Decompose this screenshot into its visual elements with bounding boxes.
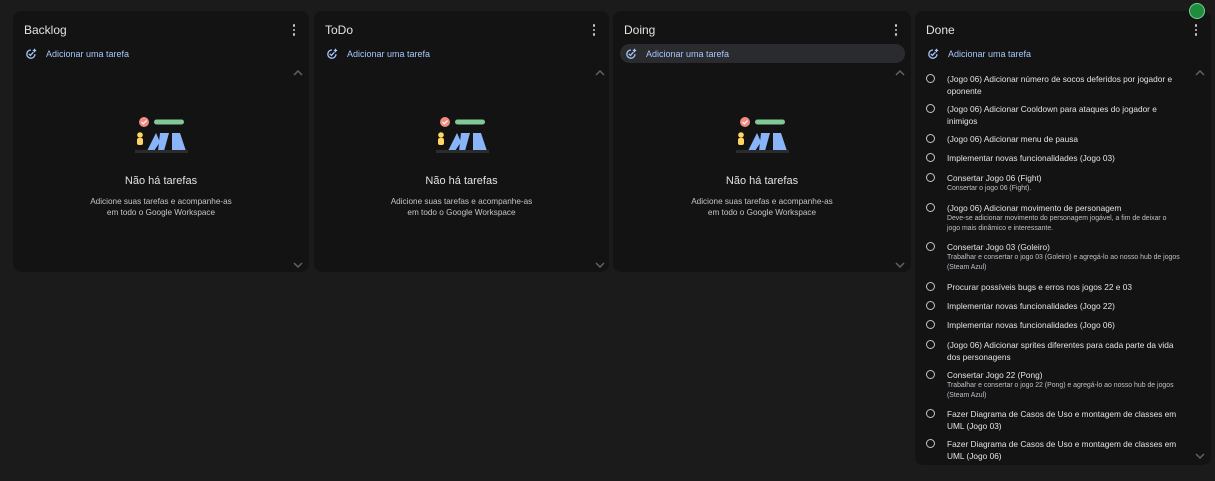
task-title[interactable]: (Jogo 06) Adicionar menu de pausa bbox=[947, 133, 1181, 145]
empty-title: Não há tarefas bbox=[425, 175, 498, 187]
column-done: Done Adicionar uma tarefa (Jogo 06) Adic… bbox=[915, 3, 1211, 465]
checkbox-circle-icon[interactable] bbox=[926, 320, 935, 329]
add-task-label: Adicionar uma tarefa bbox=[646, 48, 730, 59]
task-title[interactable]: (Jogo 06) Adicionar sprites diferentes p… bbox=[947, 339, 1181, 363]
empty-subtitle: Adicione suas tarefas e acompanhe-as em … bbox=[90, 197, 232, 217]
checkbox-circle-icon[interactable] bbox=[926, 173, 935, 182]
add-task-button[interactable]: Adicionar uma tarefa bbox=[620, 44, 905, 63]
avatar[interactable] bbox=[1189, 3, 1205, 19]
chevron-down-icon[interactable] bbox=[1195, 453, 1205, 459]
task-title[interactable]: Implementar novas funcionalidades (Jogo … bbox=[947, 300, 1181, 312]
column-header: Backlog bbox=[24, 21, 301, 39]
column-todo: ToDo Adicionar uma tarefa Não há tarefas… bbox=[314, 11, 609, 272]
empty-tasks-illustration bbox=[736, 117, 789, 153]
task-item[interactable]: (Jogo 06) Adicionar número de socos defe… bbox=[925, 73, 1181, 97]
checkbox-circle-icon[interactable] bbox=[926, 282, 935, 291]
task-title[interactable]: (Jogo 06) Adicionar número de socos defe… bbox=[947, 73, 1181, 97]
chevron-down-icon[interactable] bbox=[595, 262, 605, 268]
task-title[interactable]: Fazer Diagrama de Casos de Uso e montage… bbox=[947, 408, 1181, 432]
empty-subtitle: Adicione suas tarefas e acompanhe-as em … bbox=[691, 197, 833, 217]
task-item[interactable]: Implementar novas funcionalidades (Jogo … bbox=[925, 319, 1181, 331]
task-title[interactable]: Implementar novas funcionalidades (Jogo … bbox=[947, 319, 1181, 331]
task-item[interactable]: Procurar possíveis bugs e erros nos jogo… bbox=[925, 281, 1181, 293]
task-item[interactable]: Implementar novas funcionalidades (Jogo … bbox=[925, 300, 1181, 312]
task-title[interactable]: Procurar possíveis bugs e erros nos jogo… bbox=[947, 281, 1181, 293]
checkbox-circle-icon[interactable] bbox=[926, 74, 935, 83]
column-title: Doing bbox=[624, 23, 656, 37]
column-header: ToDo bbox=[325, 21, 601, 39]
add-task-button[interactable]: Adicionar uma tarefa bbox=[321, 44, 603, 63]
more-vert-icon[interactable] bbox=[287, 23, 301, 37]
more-vert-icon[interactable] bbox=[889, 23, 903, 37]
task-description: Trabalhar e consertar o jogo 22 (Pong) e… bbox=[947, 382, 1174, 399]
empty-subtitle: Adicione suas tarefas e acompanhe-as em … bbox=[390, 197, 533, 217]
checkbox-circle-icon[interactable] bbox=[926, 242, 935, 251]
task-item[interactable]: (Jogo 06) Adicionar sprites diferentes p… bbox=[925, 339, 1181, 363]
empty-state: Não há tarefas Adicione suas tarefas e a… bbox=[13, 117, 309, 218]
checkbox-circle-icon[interactable] bbox=[926, 370, 935, 379]
chevron-up-icon[interactable] bbox=[293, 70, 303, 76]
chevron-down-icon[interactable] bbox=[895, 262, 905, 268]
task-title[interactable]: Consertar Jogo 22 (Pong) bbox=[947, 369, 1181, 381]
column-title: Done bbox=[926, 23, 955, 37]
more-vert-icon[interactable] bbox=[587, 23, 601, 37]
add-task-button[interactable]: Adicionar uma tarefa bbox=[20, 44, 303, 63]
column-header: Done bbox=[926, 21, 1203, 39]
chevron-up-icon[interactable] bbox=[895, 70, 905, 76]
chevron-up-icon[interactable] bbox=[1195, 70, 1205, 76]
column-backlog: Backlog Adicionar uma tarefa Não há tare… bbox=[13, 11, 309, 272]
add-task-icon bbox=[928, 48, 939, 59]
checkbox-circle-icon[interactable] bbox=[926, 301, 935, 310]
checkbox-circle-icon[interactable] bbox=[926, 153, 935, 162]
empty-tasks-illustration bbox=[435, 117, 489, 153]
task-item[interactable]: (Jogo 06) Adicionar menu de pausa bbox=[925, 133, 1181, 145]
add-task-label: Adicionar uma tarefa bbox=[347, 48, 431, 59]
task-title[interactable]: Implementar novas funcionalidades (Jogo … bbox=[947, 152, 1181, 164]
checkbox-circle-icon[interactable] bbox=[926, 409, 935, 418]
task-title[interactable]: (Jogo 06) Adicionar movimento de persona… bbox=[947, 202, 1181, 214]
empty-title: Não há tarefas bbox=[725, 175, 799, 187]
task-item[interactable]: Fazer Diagrama de Casos de Uso e montage… bbox=[925, 438, 1181, 462]
task-title[interactable]: Consertar Jogo 06 (Fight) bbox=[947, 172, 1181, 184]
task-description: Trabalhar e consertar o jogo 03 (Goleiro… bbox=[947, 254, 1180, 271]
chevron-up-icon[interactable] bbox=[595, 70, 605, 76]
empty-state: Não há tarefas Adicione suas tarefas e a… bbox=[613, 117, 911, 218]
task-title[interactable]: Consertar Jogo 03 (Goleiro) bbox=[947, 241, 1181, 253]
task-item[interactable]: (Jogo 06) Adicionar Cooldown para ataque… bbox=[925, 103, 1181, 127]
checkbox-circle-icon[interactable] bbox=[926, 134, 935, 143]
add-task-icon bbox=[26, 48, 37, 59]
task-item[interactable]: Fazer Diagrama de Casos de Uso e montage… bbox=[925, 408, 1181, 432]
column-doing: Doing Adicionar uma tarefa Não há tarefa… bbox=[613, 11, 911, 272]
column-title: ToDo bbox=[325, 23, 354, 37]
task-title[interactable]: (Jogo 06) Adicionar Cooldown para ataque… bbox=[947, 103, 1181, 127]
empty-tasks-illustration bbox=[135, 117, 188, 153]
column-header: Doing bbox=[624, 21, 903, 39]
column-title: Backlog bbox=[24, 23, 67, 37]
task-description: Consertar o jogo 06 (Fight). bbox=[947, 185, 1032, 192]
add-task-icon bbox=[327, 48, 338, 59]
add-task-icon bbox=[626, 48, 637, 59]
checkbox-circle-icon[interactable] bbox=[926, 104, 935, 113]
task-item[interactable]: Consertar Jogo 03 (Goleiro) Trabalhar e … bbox=[925, 241, 1181, 273]
checkbox-circle-icon[interactable] bbox=[926, 439, 935, 448]
chevron-down-icon[interactable] bbox=[293, 262, 303, 268]
empty-title: Não há tarefas bbox=[124, 175, 198, 187]
task-item[interactable]: Consertar Jogo 06 (Fight) Consertar o jo… bbox=[925, 172, 1181, 194]
more-vert-icon[interactable] bbox=[1189, 23, 1203, 37]
checkbox-circle-icon[interactable] bbox=[926, 340, 935, 349]
task-item[interactable]: Implementar novas funcionalidades (Jogo … bbox=[925, 152, 1181, 164]
checkbox-circle-icon[interactable] bbox=[926, 203, 935, 212]
add-task-label: Adicionar uma tarefa bbox=[948, 48, 1032, 59]
task-item[interactable]: (Jogo 06) Adicionar movimento de persona… bbox=[925, 202, 1181, 234]
add-task-button[interactable]: Adicionar uma tarefa bbox=[922, 44, 1205, 63]
task-item[interactable]: Consertar Jogo 22 (Pong) Trabalhar e con… bbox=[925, 369, 1181, 401]
empty-state: Não há tarefas Adicione suas tarefas e a… bbox=[314, 117, 609, 218]
task-description: Deve-se adicionar movimento do personage… bbox=[947, 215, 1167, 232]
task-title[interactable]: Fazer Diagrama de Casos de Uso e montage… bbox=[947, 438, 1181, 462]
add-task-label: Adicionar uma tarefa bbox=[46, 48, 130, 59]
